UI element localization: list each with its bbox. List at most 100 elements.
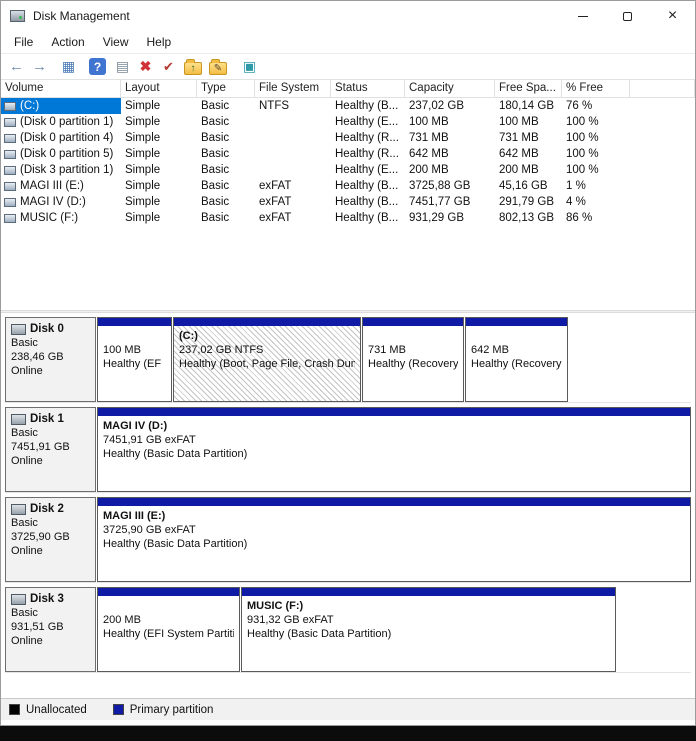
- disk-status: Online: [11, 365, 90, 377]
- disk-name: Disk 2: [30, 503, 64, 515]
- volume-cell: MUSIC (F:): [1, 210, 121, 226]
- partition-c-selected[interactable]: (C:) 237,02 GB NTFS Healthy (Boot, Page …: [173, 317, 361, 402]
- volume-capacity: 931,29 GB: [405, 212, 495, 224]
- volume-pct-free: 1 %: [562, 180, 630, 192]
- partition-color-bar: [98, 318, 171, 326]
- volume-icon: [4, 198, 16, 207]
- menu-bar: File Action View Help: [1, 31, 695, 53]
- volume-type: Basic: [197, 212, 255, 224]
- menu-action[interactable]: Action: [42, 33, 93, 51]
- volume-type: Basic: [197, 180, 255, 192]
- disk-3-header[interactable]: Disk 3 Basic 931,51 GB Online: [5, 587, 96, 672]
- partition-title: (C:): [179, 329, 355, 343]
- column-header-type[interactable]: Type: [197, 80, 255, 97]
- volume-type: Basic: [197, 100, 255, 112]
- volume-row[interactable]: MUSIC (F:) Simple Basic exFAT Healthy (B…: [1, 210, 695, 226]
- volume-free-space: 100 MB: [495, 116, 562, 128]
- menu-file[interactable]: File: [5, 33, 42, 51]
- column-header-file-system[interactable]: File System: [255, 80, 331, 97]
- disk-2-header[interactable]: Disk 2 Basic 3725,90 GB Online: [5, 497, 96, 582]
- open-folder-icon[interactable]: ↑: [184, 62, 202, 75]
- delete-volume-icon[interactable]: ✖: [135, 56, 156, 77]
- partition-status: Healthy (Basic Data Partition): [103, 447, 685, 461]
- partition-color-bar: [242, 588, 615, 596]
- volume-row[interactable]: MAGI III (E:) Simple Basic exFAT Healthy…: [1, 178, 695, 194]
- console-tree-icon[interactable]: ▦: [58, 56, 79, 77]
- partition[interactable]: 100 MB Healthy (EF: [97, 317, 172, 402]
- volume-row[interactable]: (C:) Simple Basic NTFS Healthy (B... 237…: [1, 98, 695, 114]
- volume-row[interactable]: (Disk 3 partition 1) Simple Basic Health…: [1, 162, 695, 178]
- forward-icon[interactable]: →: [29, 56, 50, 77]
- volume-icon: [4, 118, 16, 127]
- menu-view[interactable]: View: [94, 33, 138, 51]
- volume-type: Basic: [197, 164, 255, 176]
- volume-status: Healthy (B...: [331, 212, 405, 224]
- volume-status: Healthy (B...: [331, 196, 405, 208]
- partition[interactable]: MAGI III (E:) 3725,90 GB exFAT Healthy (…: [97, 497, 691, 582]
- disk-type: Basic: [11, 517, 90, 529]
- volume-name: (Disk 0 partition 5): [20, 148, 113, 160]
- volume-name: (C:): [20, 100, 39, 112]
- partition[interactable]: MAGI IV (D:) 7451,91 GB exFAT Healthy (B…: [97, 407, 691, 492]
- disk-status: Online: [11, 545, 90, 557]
- column-header-capacity[interactable]: Capacity: [405, 80, 495, 97]
- volume-layout: Simple: [121, 212, 197, 224]
- disk-icon: [11, 504, 26, 515]
- menu-help[interactable]: Help: [138, 33, 181, 51]
- column-header-free-space[interactable]: Free Spa...: [495, 80, 562, 97]
- toolbar: ← → ▦ ? ▤ ✖ ✔ ↑ ✎ ▣: [1, 53, 695, 80]
- volume-status: Healthy (B...: [331, 180, 405, 192]
- partition[interactable]: 200 MB Healthy (EFI System Partiti: [97, 587, 240, 672]
- graphical-view: Disk 0 Basic 238,46 GB Online 100 MB Hea…: [1, 313, 695, 698]
- disk-0-header[interactable]: Disk 0 Basic 238,46 GB Online: [5, 317, 96, 402]
- back-icon[interactable]: ←: [6, 56, 27, 77]
- volume-type: Basic: [197, 132, 255, 144]
- minimize-button[interactable]: [560, 1, 605, 31]
- volume-free-space: 642 MB: [495, 148, 562, 160]
- properties-icon[interactable]: ▤: [112, 56, 133, 77]
- partition-size: 731 MB: [368, 343, 458, 357]
- partition[interactable]: 731 MB Healthy (Recovery: [362, 317, 464, 402]
- window-title: Disk Management: [33, 9, 130, 23]
- help-icon[interactable]: ?: [89, 58, 106, 75]
- close-button[interactable]: ×: [650, 1, 695, 31]
- maximize-button[interactable]: [605, 1, 650, 31]
- volume-cell: MAGI IV (D:): [1, 194, 121, 210]
- disk-name: Disk 3: [30, 593, 64, 605]
- disk-1-header[interactable]: Disk 1 Basic 7451,91 GB Online: [5, 407, 96, 492]
- validate-icon[interactable]: ✔: [158, 56, 179, 77]
- volume-row[interactable]: (Disk 0 partition 4) Simple Basic Health…: [1, 130, 695, 146]
- column-header-status[interactable]: Status: [331, 80, 405, 97]
- disk-status: Online: [11, 455, 90, 467]
- volume-layout: Simple: [121, 196, 197, 208]
- volume-list-header: Volume Layout Type File System Status Ca…: [1, 80, 695, 98]
- volume-name: MAGI IV (D:): [20, 196, 86, 208]
- disk-icon: [11, 594, 26, 605]
- partition[interactable]: 642 MB Healthy (Recovery: [465, 317, 568, 402]
- volume-status: Healthy (R...: [331, 132, 405, 144]
- edit-folder-icon[interactable]: ✎: [209, 62, 227, 75]
- volume-row[interactable]: (Disk 0 partition 5) Simple Basic Health…: [1, 146, 695, 162]
- display-options-icon[interactable]: ▣: [239, 56, 260, 77]
- volume-cell: (Disk 0 partition 1): [1, 114, 121, 130]
- volume-type: Basic: [197, 148, 255, 160]
- volume-type: Basic: [197, 116, 255, 128]
- volume-icon: [4, 102, 16, 111]
- partition-size: 7451,91 GB exFAT: [103, 433, 685, 447]
- partition[interactable]: MUSIC (F:) 931,32 GB exFAT Healthy (Basi…: [241, 587, 616, 672]
- volume-row[interactable]: MAGI IV (D:) Simple Basic exFAT Healthy …: [1, 194, 695, 210]
- volume-row[interactable]: (Disk 0 partition 1) Simple Basic Health…: [1, 114, 695, 130]
- partition-size: 931,32 GB exFAT: [247, 613, 610, 627]
- close-icon: ×: [668, 8, 677, 24]
- partition-title: [471, 329, 562, 343]
- column-header-pct-free[interactable]: % Free: [562, 80, 630, 97]
- volume-capacity: 200 MB: [405, 164, 495, 176]
- partition-title: [103, 599, 234, 613]
- column-header-volume[interactable]: Volume: [1, 80, 121, 97]
- column-header-layout[interactable]: Layout: [121, 80, 197, 97]
- partition-color-bar: [98, 588, 239, 596]
- partition-color-bar: [466, 318, 567, 326]
- disk-icon: [11, 324, 26, 335]
- partition-color-bar: [98, 408, 690, 416]
- volume-name: (Disk 0 partition 4): [20, 132, 113, 144]
